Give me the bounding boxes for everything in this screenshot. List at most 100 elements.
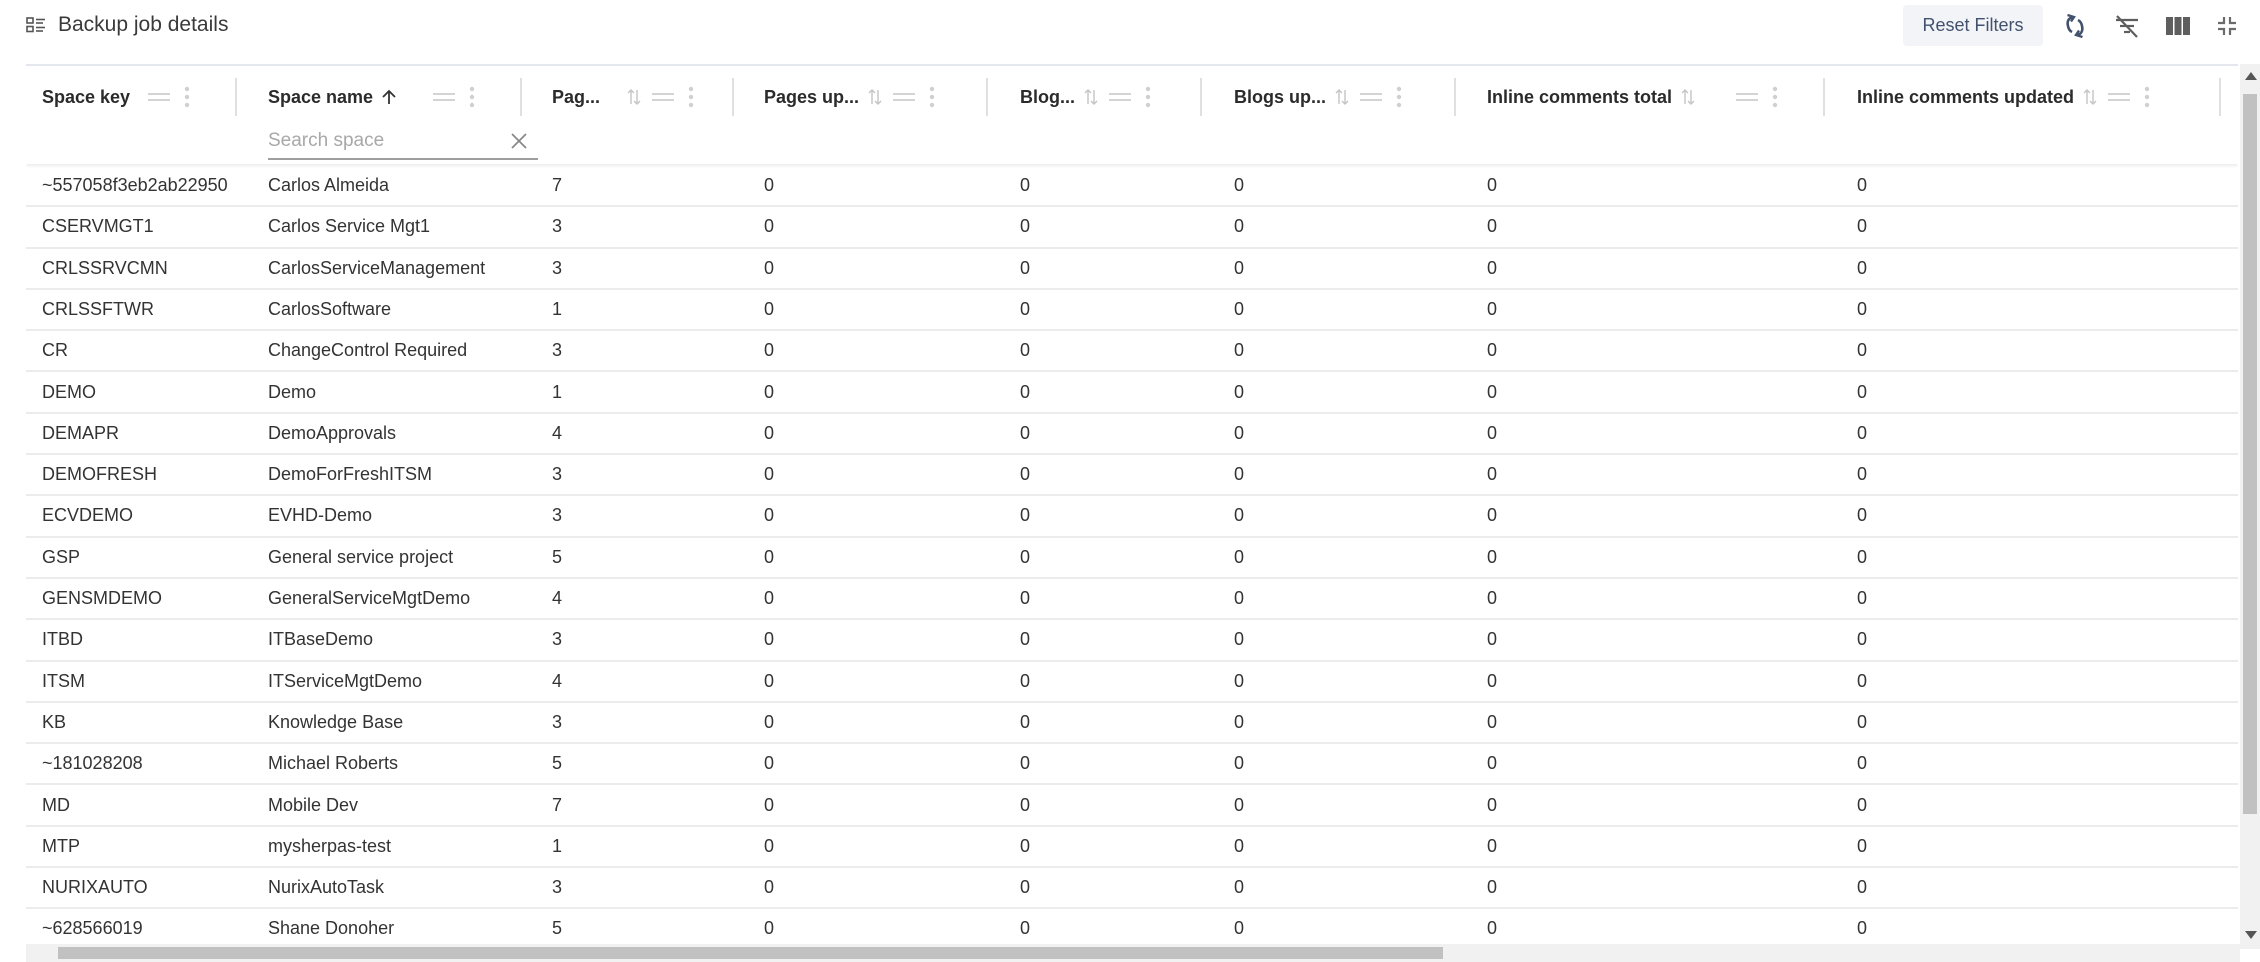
- sort-icon[interactable]: [1334, 87, 1350, 107]
- table-row[interactable]: ECVDEMO EVHD-Demo 3 0 0 0 0 0: [26, 496, 2238, 538]
- column-resize-handle[interactable]: [520, 78, 522, 116]
- table-row[interactable]: DEMO Demo 1 0 0 0 0 0: [26, 373, 2238, 414]
- collapse-icon: [2218, 17, 2236, 35]
- data-grid: Space key Space name Pag... Pages up... Blog…: [26, 64, 2238, 962]
- column-header[interactable]: Pages up...: [764, 66, 935, 128]
- column-resize-handle[interactable]: [2219, 78, 2221, 116]
- table-row[interactable]: CRLSSFTWR CarlosSoftware 1 0 0 0 0 0: [26, 290, 2238, 332]
- table-cell: 0: [764, 794, 775, 815]
- table-cell: 3: [552, 257, 563, 278]
- column-menu-icon[interactable]: [2144, 86, 2150, 108]
- vertical-scrollbar[interactable]: [2240, 64, 2260, 949]
- table-cell: 0: [764, 877, 775, 898]
- column-header[interactable]: Blogs up...: [1234, 66, 1402, 128]
- column-menu-icon[interactable]: [929, 86, 935, 108]
- table-row[interactable]: CSERVMGT1 Carlos Service Mgt1 3 0 0 0 0 0: [26, 207, 2238, 249]
- drag-handle-icon[interactable]: [893, 92, 916, 102]
- table-cell: 7: [552, 175, 563, 195]
- drag-handle-icon[interactable]: [652, 92, 675, 102]
- table-cell: 0: [1487, 877, 1498, 898]
- table-row[interactable]: ITBD ITBaseDemo 3 0 0 0 0 0: [26, 620, 2238, 662]
- clear-filter-button[interactable]: [2112, 12, 2142, 40]
- drag-handle-icon[interactable]: [2108, 92, 2131, 102]
- column-resize-handle[interactable]: [235, 78, 237, 116]
- search-space-input[interactable]: [268, 130, 478, 152]
- table-row[interactable]: GSP General service project 5 0 0 0 0 0: [26, 538, 2238, 579]
- column-menu-icon[interactable]: [469, 86, 475, 108]
- drag-handle-icon[interactable]: [1360, 92, 1382, 102]
- table-row[interactable]: MD Mobile Dev 7 0 0 0 0 0: [26, 786, 2238, 827]
- drag-handle-icon[interactable]: [433, 92, 456, 102]
- table-cell: 0: [1857, 835, 1868, 856]
- drag-handle-icon[interactable]: [1109, 92, 1131, 102]
- sort-icon[interactable]: [1083, 87, 1099, 107]
- table-row[interactable]: ~181028208 Michael Roberts 5 0 0 0 0 0: [26, 744, 2238, 786]
- vertical-scroll-thumb[interactable]: [2243, 94, 2257, 814]
- table-cell: 0: [1487, 588, 1498, 608]
- column-header-actions: [148, 86, 190, 108]
- close-icon[interactable]: [510, 132, 528, 150]
- table-row[interactable]: KB Knowledge Base 3 0 0 0 0 0: [26, 703, 2238, 745]
- table-cell: 0: [1020, 546, 1031, 567]
- table-row[interactable]: DEMAPR DemoApprovals 4 0 0 0 0 0: [26, 414, 2238, 456]
- table-cell: 0: [1487, 381, 1498, 402]
- columns-button[interactable]: [2163, 12, 2193, 40]
- sort-icon[interactable]: [867, 87, 883, 107]
- collapse-button[interactable]: [2212, 12, 2242, 40]
- table-row[interactable]: CRLSSRVCMN CarlosServiceManagement 3 0 0 0 0 0: [26, 249, 2238, 290]
- drag-handle-icon[interactable]: [1736, 92, 1759, 102]
- table-row[interactable]: NURIXAUTO NurixAutoTask 3 0 0 0 0 0: [26, 868, 2238, 910]
- column-resize-handle[interactable]: [986, 78, 988, 116]
- table-cell: 3: [552, 216, 563, 237]
- table-cell: 7: [552, 794, 563, 815]
- column-resize-handle[interactable]: [1454, 78, 1456, 116]
- column-header-label: Blogs up...: [1234, 86, 1326, 107]
- table-cell: 0: [1857, 464, 1868, 485]
- table-cell: 0: [1234, 546, 1245, 567]
- table-cell: 0: [1234, 835, 1245, 856]
- sort-icon[interactable]: [626, 87, 642, 107]
- column-header[interactable]: Blog...: [1020, 66, 1151, 128]
- table-cell: 5: [552, 918, 563, 939]
- reset-filters-button[interactable]: Reset Filters: [1903, 5, 2043, 46]
- column-menu-icon[interactable]: [688, 86, 694, 108]
- sort-icon[interactable]: [2082, 87, 2098, 107]
- table-cell: 0: [1857, 670, 1868, 691]
- column-menu-icon[interactable]: [1772, 86, 1778, 108]
- table-row[interactable]: DEMOFRESH DemoForFreshITSM 3 0 0 0 0 0: [26, 455, 2238, 497]
- table-cell: 3: [552, 877, 563, 898]
- table-row[interactable]: ITSM ITServiceMgtDemo 4 0 0 0 0 0: [26, 662, 2238, 703]
- refresh-button[interactable]: [2060, 12, 2090, 40]
- column-header[interactable]: Space name: [268, 66, 475, 128]
- drag-handle-icon[interactable]: [148, 92, 171, 102]
- table-cell: 0: [764, 835, 775, 856]
- table-cell: 0: [1020, 670, 1031, 691]
- sort-icon[interactable]: [1680, 87, 1696, 107]
- column-menu-icon[interactable]: [1396, 86, 1402, 108]
- column-header[interactable]: Inline comments total: [1487, 66, 1778, 128]
- sort-ascending-icon[interactable]: [381, 88, 397, 106]
- table-cell: 0: [1234, 588, 1245, 608]
- column-resize-handle[interactable]: [1200, 78, 1202, 116]
- horizontal-scrollbar[interactable]: [26, 944, 2240, 962]
- column-resize-handle[interactable]: [732, 78, 734, 116]
- table-cell: 4: [552, 422, 563, 443]
- table-cell: 0: [1857, 629, 1868, 650]
- table-row[interactable]: CR ChangeControl Required 3 0 0 0 0 0: [26, 331, 2238, 373]
- table-row[interactable]: MTP mysherpas-test 1 0 0 0 0 0: [26, 827, 2238, 869]
- horizontal-scroll-thumb[interactable]: [58, 947, 1443, 959]
- table-cell: 0: [1234, 216, 1245, 237]
- table-row[interactable]: GENSMDEMO GeneralServiceMgtDemo 4 0 0 0 0 0: [26, 579, 2238, 621]
- column-menu-icon[interactable]: [184, 86, 190, 108]
- column-header[interactable]: Pag...: [552, 66, 694, 128]
- column-header[interactable]: Inline comments updated: [1857, 66, 2150, 128]
- scroll-down-arrow-icon[interactable]: [2245, 931, 2257, 939]
- column-menu-icon[interactable]: [1145, 86, 1151, 108]
- scroll-up-arrow-icon[interactable]: [2245, 72, 2257, 80]
- table-cell: 0: [1487, 794, 1498, 815]
- table-row[interactable]: ~557058f3eb2ab22950 Carlos Almeida 7 0 0 0 0 0: [26, 166, 2238, 208]
- table-cell: 0: [1234, 753, 1245, 774]
- column-header[interactable]: Space key: [42, 66, 190, 128]
- table-cell: KB: [42, 711, 67, 732]
- column-resize-handle[interactable]: [1823, 78, 1825, 116]
